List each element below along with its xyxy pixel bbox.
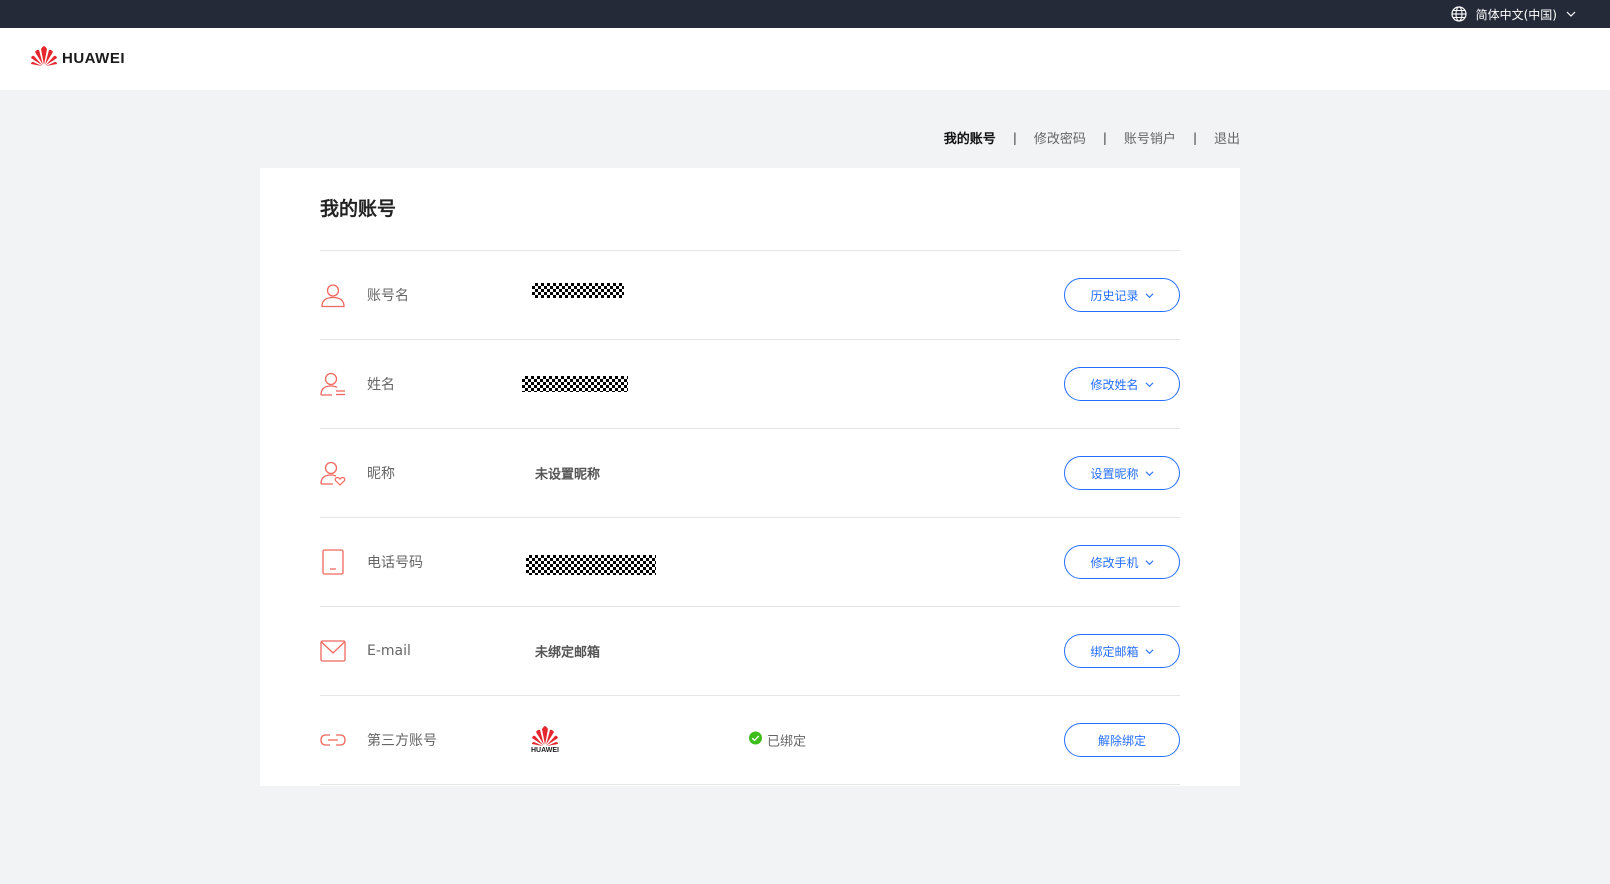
unbind-button-label: 解除绑定	[1097, 733, 1146, 748]
real-name-row: 姓名 修改姓名	[320, 340, 1180, 429]
account-info-list: 账号名 历史记录 姓名 修改姓名 昵称 未设置昵称 设置昵称 电话号码 修改手机…	[320, 250, 1180, 785]
account-subnav: 我的账号 | 修改密码 | 账号销户 | 退出	[944, 128, 1240, 148]
huawei-logo-icon	[30, 45, 58, 71]
change-phone-button-label: 修改手机	[1090, 555, 1139, 570]
third-party-logo-text: HUAWEI	[531, 747, 559, 754]
masked-phone-number	[526, 555, 656, 575]
user-name-icon	[320, 371, 346, 397]
bind-email-button[interactable]: 绑定邮箱	[1064, 634, 1180, 668]
subnav-separator: |	[1012, 130, 1017, 145]
unbind-button[interactable]: 解除绑定	[1064, 723, 1180, 757]
chevron-down-icon	[1145, 647, 1154, 656]
set-nickname-button[interactable]: 设置昵称	[1064, 456, 1180, 490]
email-label: E-mail	[367, 643, 411, 659]
nickname-row: 昵称 未设置昵称 设置昵称	[320, 429, 1180, 518]
header: HUAWEI	[0, 28, 1610, 90]
third-party-label: 第三方账号	[367, 733, 437, 749]
language-selector[interactable]: 简体中文(中国)	[1451, 6, 1576, 23]
bind-status: 已绑定	[749, 731, 806, 750]
huawei-logo-icon	[532, 726, 558, 746]
phone-row: 电话号码 修改手机	[320, 518, 1180, 607]
email-value: 未绑定邮箱	[535, 645, 601, 661]
phone-label: 电话号码	[367, 555, 423, 571]
subnav-separator: |	[1192, 130, 1197, 145]
edit-name-button[interactable]: 修改姓名	[1064, 367, 1180, 401]
globe-icon	[1451, 6, 1467, 22]
masked-account-name	[532, 283, 624, 298]
top-bar: 简体中文(中国)	[0, 0, 1610, 28]
history-button-label: 历史记录	[1090, 288, 1139, 303]
subnav-separator: |	[1102, 130, 1107, 145]
change-phone-button[interactable]: 修改手机	[1064, 545, 1180, 579]
chevron-down-icon	[1145, 291, 1154, 300]
page-title: 我的账号	[320, 198, 397, 220]
third-party-account-row: 第三方账号 HUAWEI 已绑定 解除绑定	[320, 696, 1180, 785]
account-name-label: 账号名	[367, 288, 409, 304]
user-heart-icon	[320, 460, 346, 486]
subnav-delete-account[interactable]: 账号销户	[1124, 128, 1176, 147]
subnav-logout[interactable]: 退出	[1214, 128, 1240, 147]
set-nickname-button-label: 设置昵称	[1090, 466, 1139, 481]
nickname-label: 昵称	[367, 466, 395, 482]
chevron-down-icon	[1145, 469, 1154, 478]
logo-text: HUAWEI	[62, 49, 125, 67]
check-circle-icon	[749, 731, 762, 749]
mail-icon	[320, 638, 346, 664]
language-label: 简体中文(中国)	[1475, 7, 1557, 22]
huawei-logo[interactable]: HUAWEI	[30, 45, 125, 71]
nickname-value: 未设置昵称	[535, 467, 601, 483]
subnav-my-account[interactable]: 我的账号	[944, 128, 996, 147]
chevron-down-icon	[1145, 380, 1154, 389]
chevron-down-icon	[1566, 9, 1576, 19]
huawei-third-party-logo: HUAWEI	[530, 725, 560, 755]
user-icon	[320, 282, 346, 308]
link-icon	[320, 727, 346, 753]
email-row: E-mail 未绑定邮箱 绑定邮箱	[320, 607, 1180, 696]
account-name-row: 账号名 历史记录	[320, 251, 1180, 340]
phone-icon	[320, 549, 346, 575]
masked-real-name	[522, 376, 628, 392]
subnav-change-password[interactable]: 修改密码	[1034, 128, 1086, 147]
edit-name-button-label: 修改姓名	[1090, 377, 1139, 392]
bind-email-button-label: 绑定邮箱	[1090, 644, 1139, 659]
history-button[interactable]: 历史记录	[1064, 278, 1180, 312]
real-name-label: 姓名	[367, 377, 395, 393]
bind-status-label: 已绑定	[767, 734, 807, 750]
chevron-down-icon	[1145, 558, 1154, 567]
account-card: 我的账号 账号名 历史记录 姓名 修改姓名 昵称 未设置昵称 设置昵称 电话号码…	[260, 168, 1240, 786]
